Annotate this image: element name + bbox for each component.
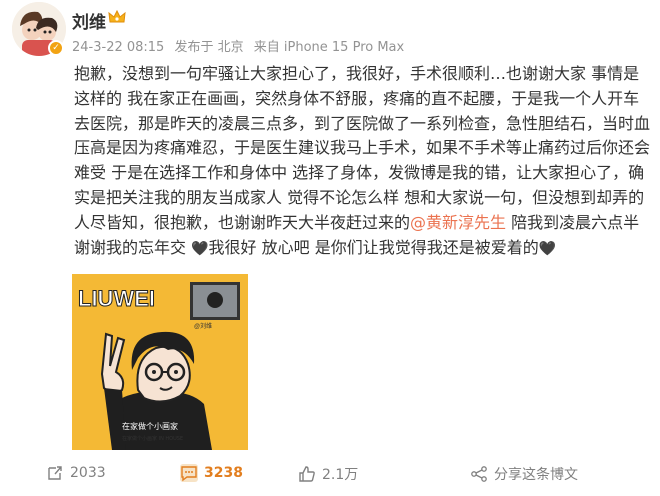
share-icon — [48, 466, 62, 480]
post-image-illustration: LIUWEI @刘维 在家做个小画家 在家做个小画家 IN HOUSE — [72, 274, 248, 450]
like-button[interactable]: 2.1万 — [298, 464, 358, 484]
crown-icon[interactable] — [108, 9, 126, 25]
image-subcaption: 在家做个小画家 IN HOUSE — [122, 435, 183, 442]
share-button[interactable]: 2033 — [46, 464, 106, 482]
post-image[interactable]: LIUWEI @刘维 在家做个小画家 在家做个小画家 IN HOUSE — [72, 274, 248, 450]
share-post-button[interactable]: 分享这条博文 — [470, 464, 578, 484]
post-header: ✓ 刘维 24-3-22 08:15 发布于 北京 来自 iPhone 15 P… — [0, 0, 660, 58]
image-caption: 在家做个小画家 — [122, 421, 178, 431]
post-date[interactable]: 24-3-22 08:15 — [72, 40, 164, 55]
comment-button[interactable]: 3238 — [180, 464, 243, 482]
post-meta: 24-3-22 08:15 发布于 北京 来自 iPhone 15 Pro Ma… — [72, 36, 410, 55]
mention-link[interactable]: @黄新淳先生 — [410, 213, 506, 232]
black-heart-icon-2: 🖤 — [538, 240, 557, 257]
thumbs-up-icon — [299, 466, 315, 482]
post-text-body: 抱歉，没想到一句牢骚让大家担心了，我很好，手术很顺利…也谢谢大家 事情是这样的 … — [74, 64, 651, 232]
comment-icon — [180, 464, 198, 482]
share-arrow-icon — [471, 466, 487, 482]
comment-count: 3238 — [204, 465, 243, 481]
like-count: 2.1万 — [322, 467, 359, 483]
avatar[interactable]: ✓ — [12, 2, 66, 56]
post-location: 发布于 北京 — [174, 40, 244, 55]
post-text-body-3: 我很好 放心吧 是你们让我觉得我还是被爱着的 — [208, 237, 539, 257]
image-corner-label: @刘维 — [194, 322, 212, 330]
action-bar: 2033 3238 2.1万 分享这条博文 — [0, 454, 660, 492]
username[interactable]: 刘维 — [72, 8, 106, 33]
post-text: 抱歉，没想到一句牢骚让大家担心了，我很好，手术很顺利…也谢谢大家 事情是这样的 … — [74, 62, 650, 261]
post-source: 来自 iPhone 15 Pro Max — [253, 40, 405, 55]
verified-badge-icon: ✓ — [48, 40, 64, 56]
share-post-label: 分享这条博文 — [494, 467, 578, 483]
share-count: 2033 — [70, 465, 106, 481]
black-heart-icon: 🖤 — [191, 240, 209, 257]
image-title: LIUWEI — [78, 286, 155, 311]
